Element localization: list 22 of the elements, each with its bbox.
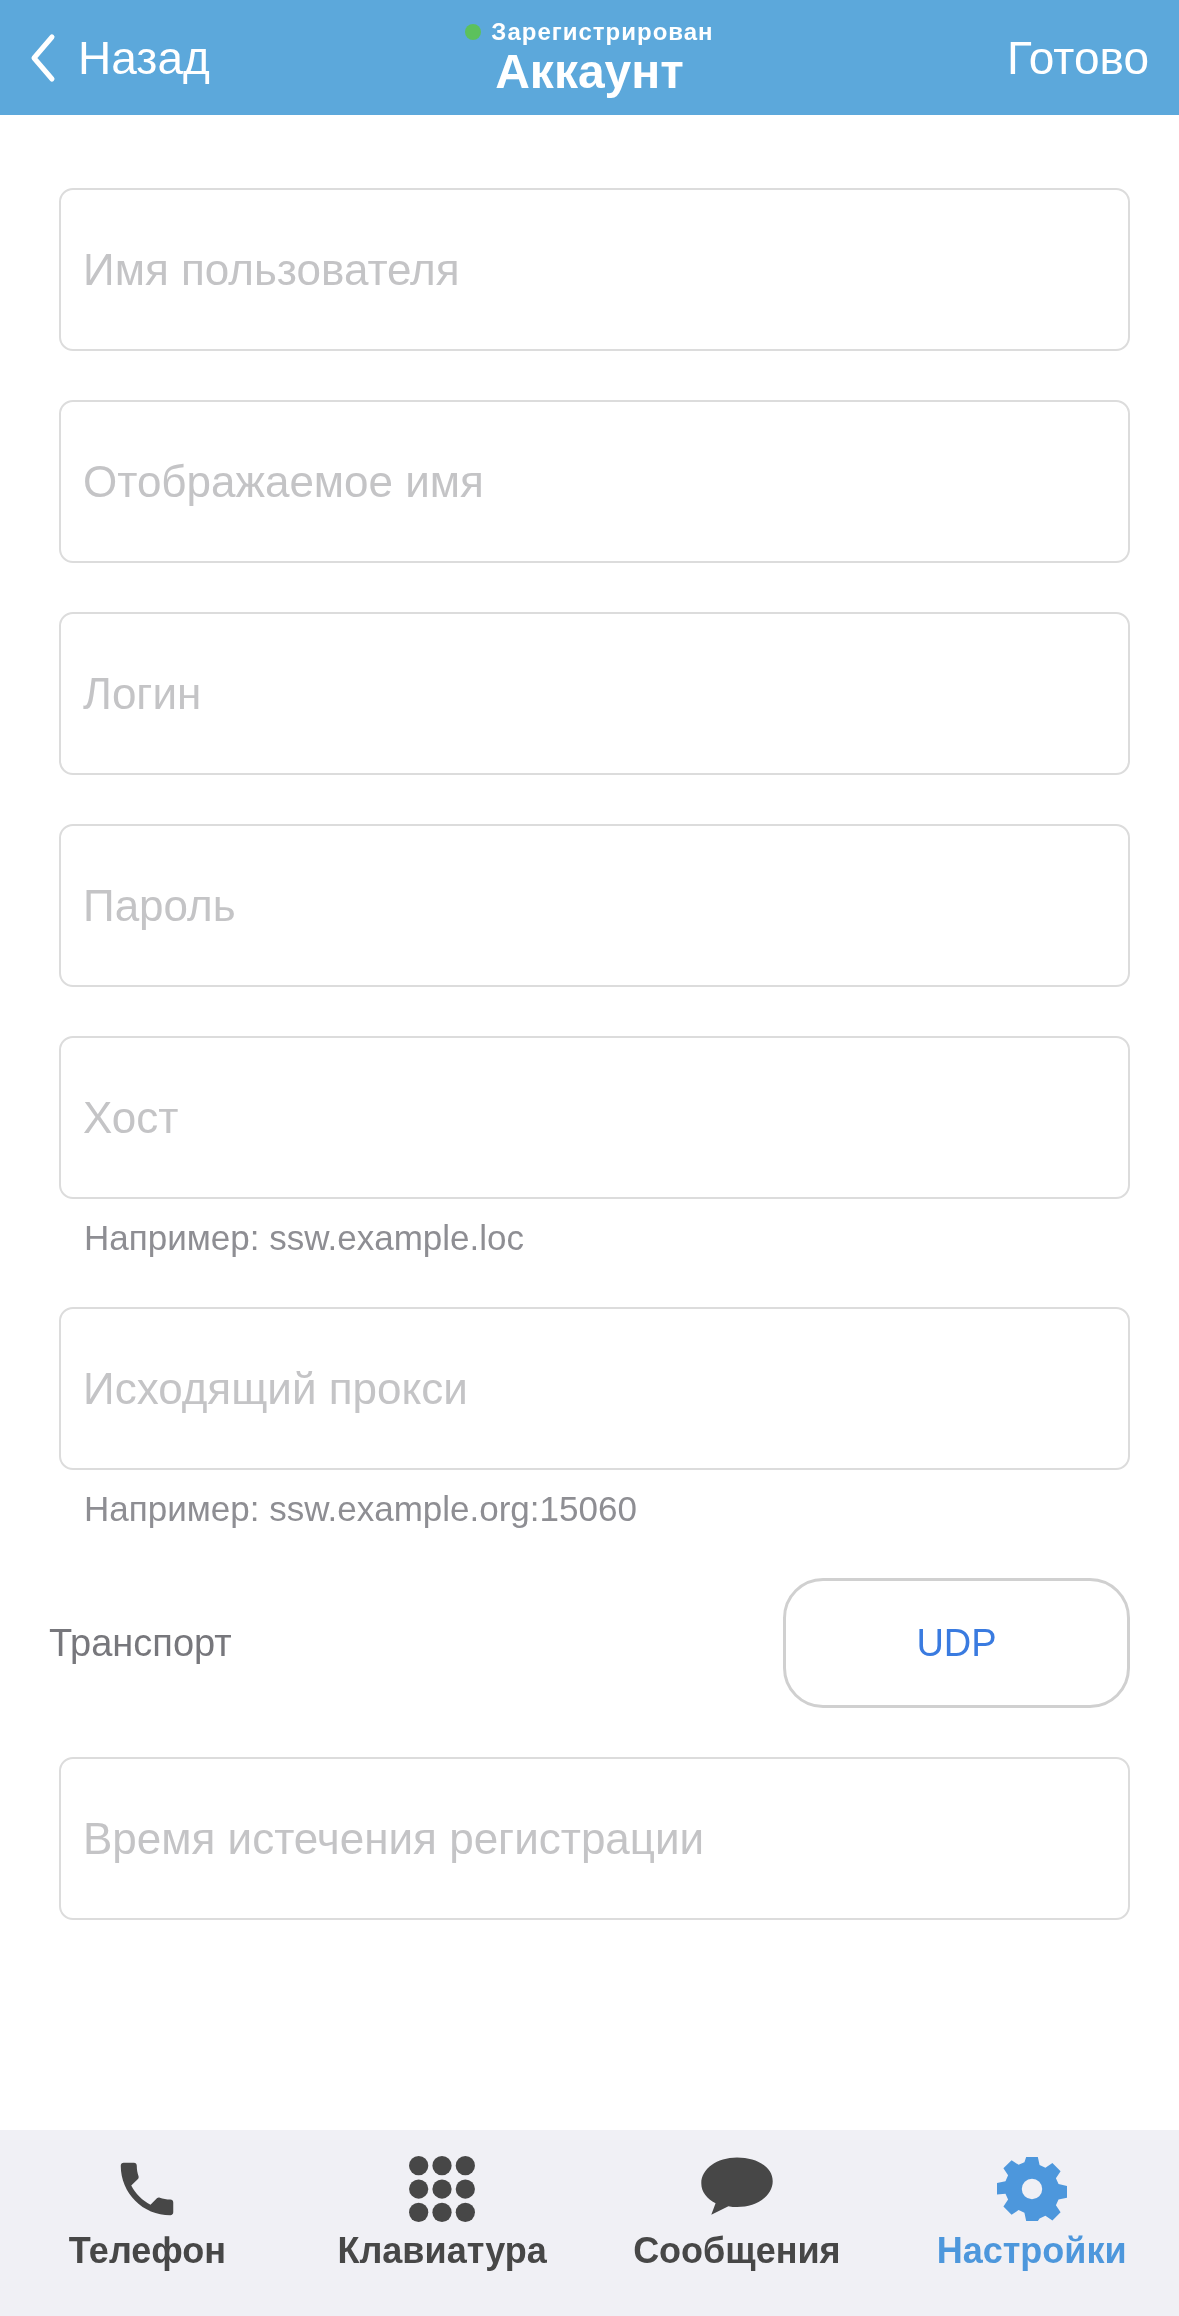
- transport-button[interactable]: UDP: [783, 1578, 1130, 1708]
- input-field[interactable]: Отображаемое имя: [59, 400, 1130, 563]
- input-field[interactable]: Хост: [59, 1036, 1130, 1199]
- screen-title: Аккаунт: [495, 46, 684, 99]
- input-field[interactable]: Логин: [59, 612, 1130, 775]
- done-button[interactable]: Готово: [996, 30, 1159, 85]
- tab[interactable]: Сообщения: [589, 2150, 885, 2276]
- status-text: Зарегистрирован: [491, 18, 714, 47]
- tab[interactable]: Настройки: [884, 2150, 1179, 2276]
- input-field[interactable]: Время истечения регистрации: [59, 1757, 1130, 1920]
- field-hint: Например: ssw.example.org:15060: [83, 1488, 638, 1530]
- keypad-icon: [407, 2154, 478, 2224]
- input-field[interactable]: Пароль: [59, 824, 1130, 987]
- tab[interactable]: Клавиатура: [294, 2150, 590, 2276]
- tab[interactable]: Телефон: [0, 2150, 295, 2276]
- field-hint: Например: ssw.example.loc: [83, 1217, 525, 1259]
- field-label: Транспорт: [49, 1621, 232, 1665]
- input-field[interactable]: Исходящий прокси: [59, 1307, 1130, 1470]
- input-field[interactable]: Имя пользователя: [59, 188, 1130, 351]
- back-button[interactable]: Назад: [20, 30, 220, 85]
- settings-icon: [996, 2154, 1067, 2224]
- chevron-left-icon: [30, 32, 56, 83]
